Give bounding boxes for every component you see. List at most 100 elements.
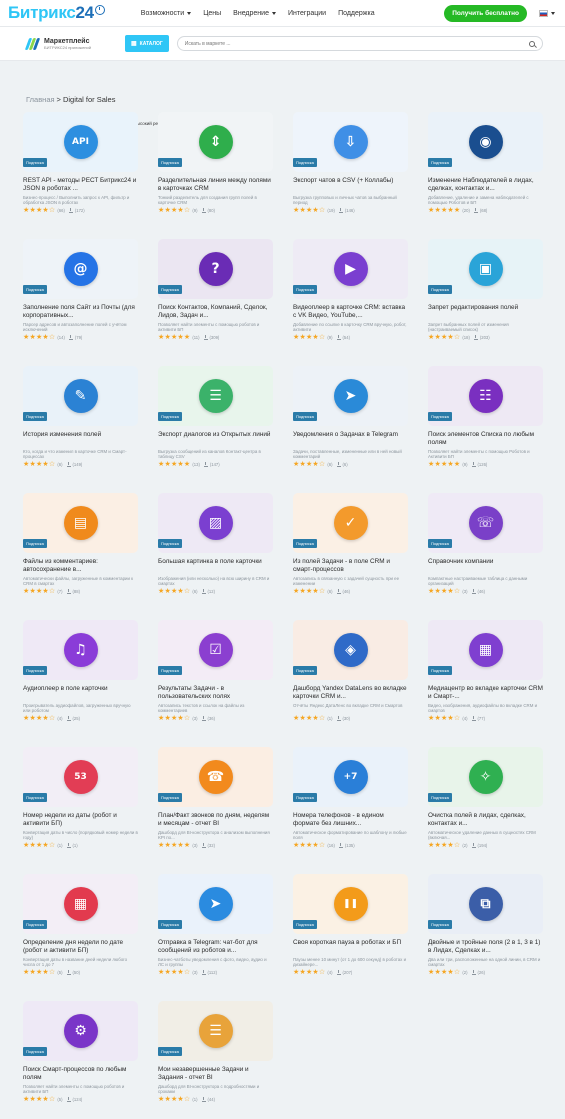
app-card[interactable]: ✓ Подписка Из полей Задачи - в поле CRM и … — [293, 493, 408, 611]
app-thumbnail[interactable]: ☰ Подписка — [158, 366, 273, 426]
app-thumbnail[interactable]: API Подписка — [23, 112, 138, 172]
app-thumbnail[interactable]: ? Подписка — [158, 239, 273, 299]
app-title[interactable]: Заполнение поля Сайт из Почты (для корпо… — [23, 304, 138, 319]
app-thumbnail[interactable]: ⇕ Подписка — [158, 112, 273, 172]
app-title[interactable]: Медиацентр во вкладке карточки CRM и Сма… — [428, 685, 543, 700]
app-card[interactable]: API Подписка REST API - методы РЕСТ Битрик… — [23, 112, 138, 230]
app-card[interactable]: ⇩ Подписка Экспорт чатов в CSV (+ Коллабы)… — [293, 112, 408, 230]
app-thumbnail[interactable]: ⧉ Подписка — [428, 874, 543, 934]
app-thumbnail[interactable]: ☑ Подписка — [158, 620, 273, 680]
app-thumbnail[interactable]: @ Подписка — [23, 239, 138, 299]
app-card[interactable]: ♫ Подписка Аудиоплеер в поле карточки Проиг… — [23, 620, 138, 738]
app-thumbnail[interactable]: ☏ Подписка — [428, 493, 543, 553]
app-title[interactable]: Двойные и тройные поля (2 в 1, 3 в 1) в … — [428, 939, 543, 954]
app-thumbnail[interactable]: ☎ Подписка — [158, 747, 273, 807]
app-title[interactable]: Справочник компании — [428, 558, 543, 573]
app-thumbnail[interactable]: ▣ Подписка — [428, 239, 543, 299]
app-card[interactable]: ◈ Подписка Дашборд Yandex DataLens во вкла… — [293, 620, 408, 738]
app-card[interactable]: ▶ Подписка Видеоплеер в карточке CRM: вста… — [293, 239, 408, 357]
app-card[interactable]: 53 Подписка Номер недели из даты (робот и … — [23, 747, 138, 865]
app-card[interactable]: ▦ Подписка Определение дня недели по дате … — [23, 874, 138, 992]
app-card[interactable]: ✧ Подписка Очистка полей в лидах, сделках,… — [428, 747, 543, 865]
app-card[interactable]: ◉ Подписка Изменение Наблюдателей в лидах,… — [428, 112, 543, 230]
app-card[interactable]: ⚙ Подписка Поиск Смарт-процессов по любым … — [23, 1001, 138, 1119]
app-card[interactable]: ➤ Подписка Уведомления о Задачах в Telegra… — [293, 366, 408, 484]
app-card[interactable]: ☰ Подписка Экспорт диалогов из Открытых ли… — [158, 366, 273, 484]
app-thumbnail[interactable]: ♫ Подписка — [23, 620, 138, 680]
app-title[interactable]: Мои незавершенные Задачи и Задания - отч… — [158, 1066, 273, 1081]
bitrix24-logo[interactable]: Битрикс 24 — [8, 3, 105, 23]
app-card[interactable]: ☎ Подписка План/Факт звонков по дням, неде… — [158, 747, 273, 865]
app-thumbnail[interactable]: +7 Подписка — [293, 747, 408, 807]
nav-item[interactable]: Цены — [203, 10, 221, 17]
app-title[interactable]: Изменение Наблюдателей в лидах, сделках,… — [428, 177, 543, 192]
app-title[interactable]: Файлы из комментариев: автосохранение в.… — [23, 558, 138, 573]
marketplace-logo[interactable]: Маркетплейс БИТРИКС24 приложений — [24, 37, 91, 50]
app-thumbnail[interactable]: ☷ Подписка — [428, 366, 543, 426]
app-title[interactable]: Отправка в Telegram: чат-бот для сообщен… — [158, 939, 273, 954]
nav-item[interactable]: Поддержка — [338, 10, 375, 17]
app-card[interactable]: ▤ Подписка Файлы из комментариев: автосохр… — [23, 493, 138, 611]
app-card[interactable]: ▨ Подписка Большая картинка в поле карточк… — [158, 493, 273, 611]
app-card[interactable]: ☷ Подписка Поиск элементов Списка по любым… — [428, 366, 543, 484]
app-thumbnail[interactable]: ▤ Подписка — [23, 493, 138, 553]
nav-item[interactable]: Возможности — [141, 10, 192, 17]
app-thumbnail[interactable]: ☰ Подписка — [158, 1001, 273, 1061]
breadcrumb-home[interactable]: Главная — [26, 95, 55, 104]
app-thumbnail[interactable]: ⇩ Подписка — [293, 112, 408, 172]
app-title[interactable]: Уведомления о Задачах в Telegram — [293, 431, 408, 446]
app-card[interactable]: ✎ Подписка История изменения полей Кто, ког… — [23, 366, 138, 484]
app-card[interactable]: ☑ Подписка Результаты Задачи - в пользоват… — [158, 620, 273, 738]
app-card[interactable]: +7 Подписка Номера телефонов - в едином фо… — [293, 747, 408, 865]
app-title[interactable]: REST API - методы РЕСТ Битрикс24 и JSON … — [23, 177, 138, 192]
app-thumbnail[interactable]: ➤ Подписка — [293, 366, 408, 426]
app-card[interactable]: ? Подписка Поиск Контактов, Компаний, Сдел… — [158, 239, 273, 357]
app-title[interactable]: Номера телефонов - в едином формате без … — [293, 812, 408, 827]
app-card[interactable]: ⧉ Подписка Двойные и тройные поля (2 в 1, … — [428, 874, 543, 992]
app-thumbnail[interactable]: ◈ Подписка — [293, 620, 408, 680]
catalog-button[interactable]: ▦ КАТАЛОГ — [124, 35, 169, 52]
get-free-button[interactable]: Получить бесплатно — [444, 4, 527, 22]
search-box[interactable] — [176, 36, 543, 51]
app-card[interactable]: ⇕ Подписка Разделительная линия между поля… — [158, 112, 273, 230]
app-thumbnail[interactable]: ✎ Подписка — [23, 366, 138, 426]
app-title[interactable]: Определение дня недели по дате (робот и … — [23, 939, 138, 954]
app-thumbnail[interactable]: ▶ Подписка — [293, 239, 408, 299]
app-thumbnail[interactable]: ◉ Подписка — [428, 112, 543, 172]
app-title[interactable]: Очистка полей в лидах, сделках, контакта… — [428, 812, 543, 827]
app-title[interactable]: План/Факт звонков по дням, неделям и мес… — [158, 812, 273, 827]
app-thumbnail[interactable]: 53 Подписка — [23, 747, 138, 807]
app-title[interactable]: Результаты Задачи - в пользовательских п… — [158, 685, 273, 700]
app-title[interactable]: Поиск элементов Списка по любым полям — [428, 431, 543, 446]
app-title[interactable]: Разделительная линия между полями в карт… — [158, 177, 273, 192]
app-title[interactable]: Поиск Смарт-процессов по любым полям — [23, 1066, 138, 1081]
app-thumbnail[interactable]: ▦ Подписка — [428, 620, 543, 680]
app-title[interactable]: Дашборд Yandex DataLens во вкладке карто… — [293, 685, 408, 700]
app-thumbnail[interactable]: ❚❚ Подписка — [293, 874, 408, 934]
language-selector[interactable] — [539, 9, 555, 17]
app-title[interactable]: Поиск Контактов, Компаний, Сделок, Лидов… — [158, 304, 273, 319]
app-thumbnail[interactable]: ⚙ Подписка — [23, 1001, 138, 1061]
app-card[interactable]: ☏ Подписка Справочник компании Компактные н… — [428, 493, 543, 611]
app-title[interactable]: Своя короткая пауза в роботах и БП — [293, 939, 408, 954]
app-thumbnail[interactable]: ▦ Подписка — [23, 874, 138, 934]
app-card[interactable]: ▣ Подписка Запрет редактирования полей Запр… — [428, 239, 543, 357]
app-title[interactable]: Номер недели из даты (робот и активити Б… — [23, 812, 138, 827]
app-card[interactable]: ☰ Подписка Мои незавершенные Задачи и Зада… — [158, 1001, 273, 1119]
app-thumbnail[interactable]: ▨ Подписка — [158, 493, 273, 553]
app-title[interactable]: Запрет редактирования полей — [428, 304, 543, 319]
app-thumbnail[interactable]: ✓ Подписка — [293, 493, 408, 553]
search-input[interactable] — [184, 40, 500, 47]
app-card[interactable]: ❚❚ Подписка Своя короткая пауза в роботах … — [293, 874, 408, 992]
app-title[interactable]: Аудиоплеер в поле карточки — [23, 685, 138, 700]
search-icon[interactable] — [529, 40, 535, 47]
nav-item[interactable]: Внедрение — [233, 10, 276, 17]
app-card[interactable]: ▦ Подписка Медиацентр во вкладке карточки … — [428, 620, 543, 738]
app-title[interactable]: Большая картинка в поле карточки — [158, 558, 273, 573]
app-title[interactable]: Экспорт чатов в CSV (+ Коллабы) — [293, 177, 408, 192]
nav-item[interactable]: Интеграции — [288, 10, 326, 17]
app-title[interactable]: Экспорт диалогов из Открытых линий — [158, 431, 273, 446]
app-card[interactable]: @ Подписка Заполнение поля Сайт из Почты (… — [23, 239, 138, 357]
app-title[interactable]: История изменения полей — [23, 431, 138, 446]
app-thumbnail[interactable]: ➤ Подписка — [158, 874, 273, 934]
